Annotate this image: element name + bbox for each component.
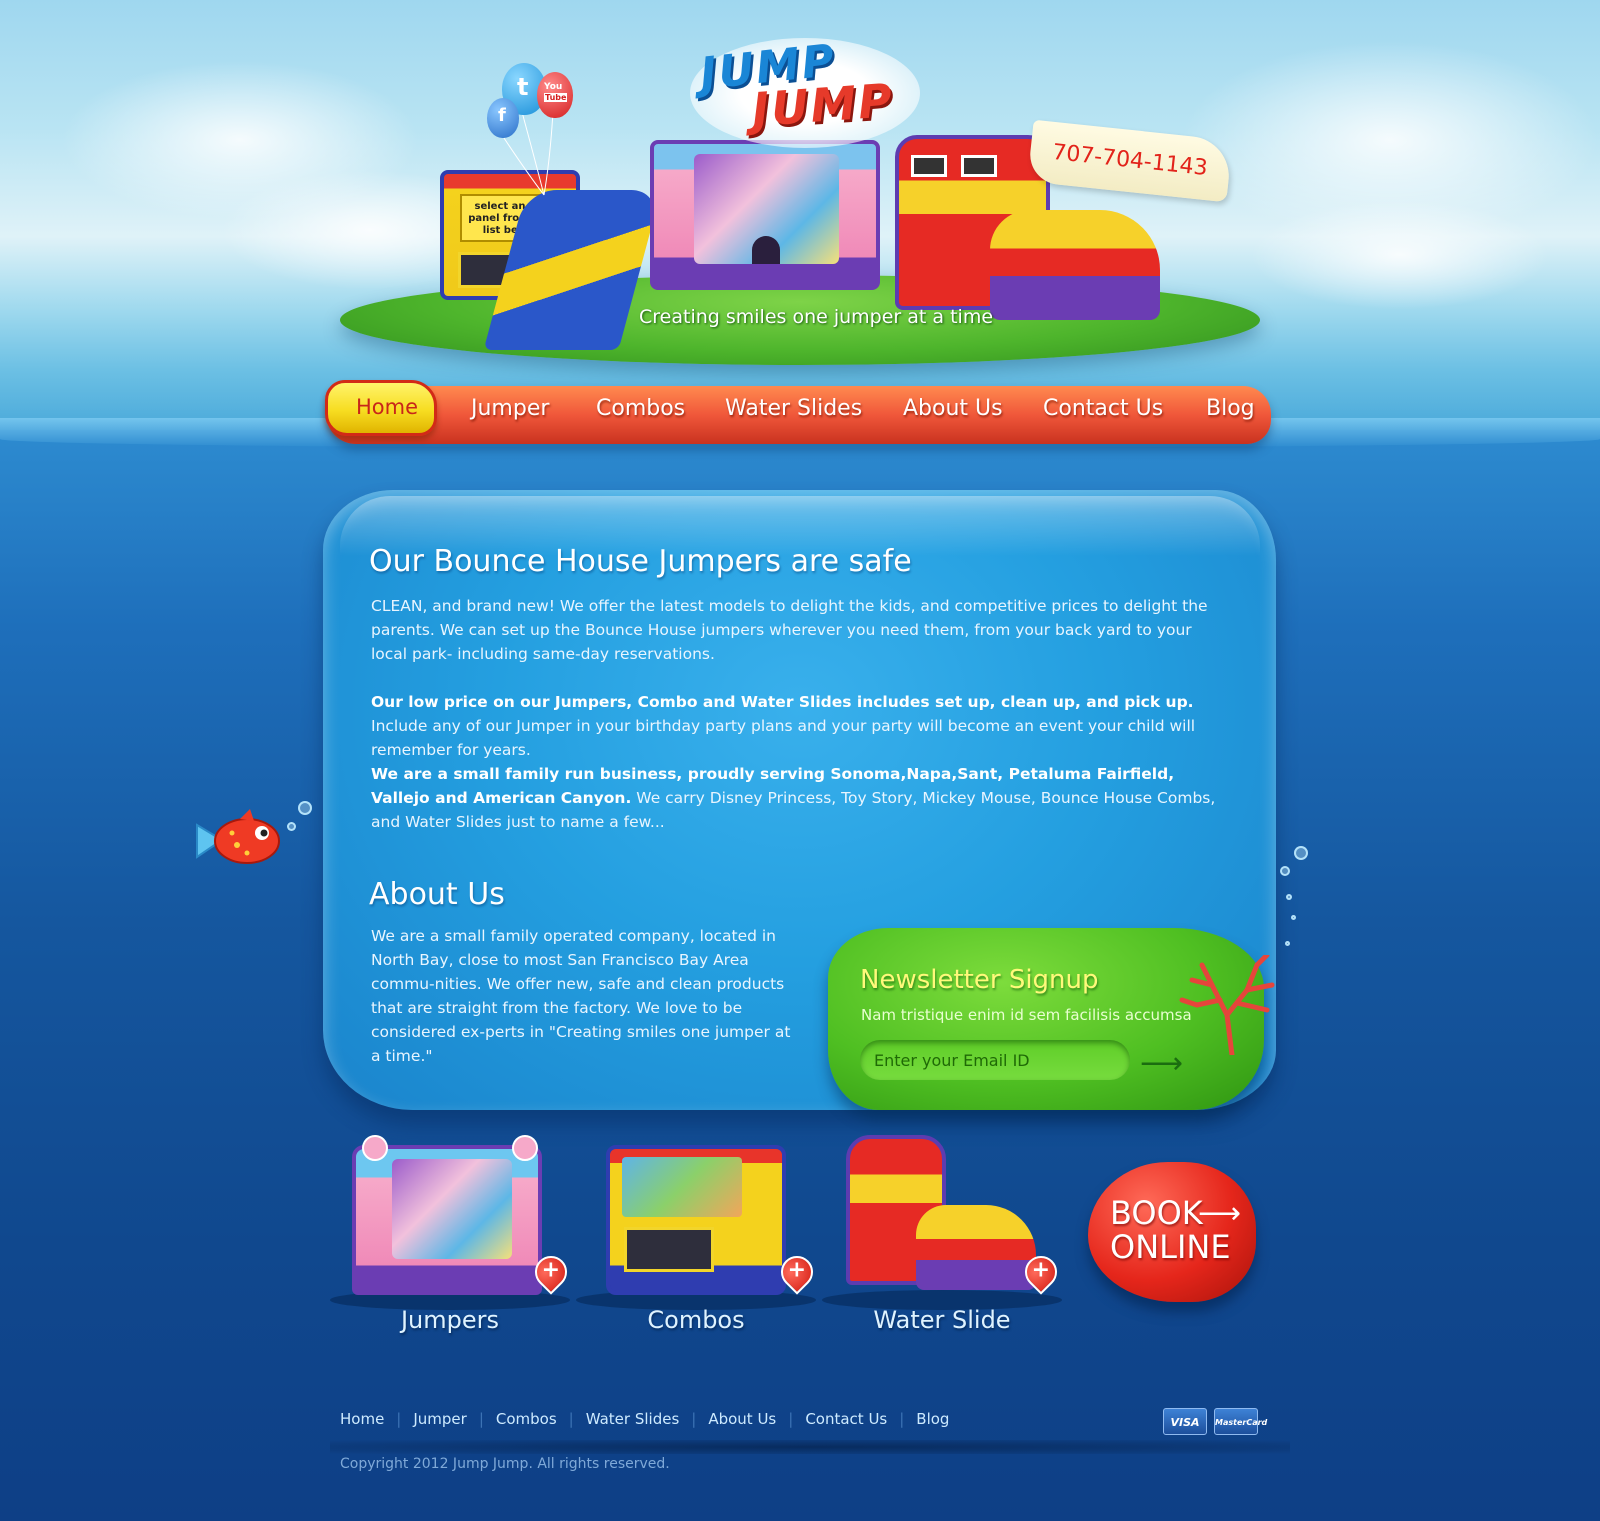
house-window (961, 155, 997, 177)
air-bubble (1285, 941, 1290, 946)
nav-item-contact-us[interactable]: Contact Us (1043, 396, 1163, 421)
about-heading: About Us (369, 877, 505, 912)
house-window (624, 1227, 714, 1272)
footer-link-contact-us[interactable]: Contact Us (805, 1410, 887, 1428)
youtube-icon[interactable]: You Tube (537, 72, 573, 118)
air-bubble (1291, 915, 1296, 920)
red-slide-ramp (990, 210, 1160, 320)
footer-link-jumper[interactable]: Jumper (413, 1410, 466, 1428)
air-bubble (1286, 894, 1292, 900)
princess-jumper-image (650, 140, 880, 290)
safe-paragraph-2-bold: Our low price on our Jumpers, Combo and … (371, 693, 1194, 711)
about-paragraph: We are a small family operated company, … (371, 927, 791, 1065)
nav-item-blog[interactable]: Blog (1206, 396, 1255, 421)
fish-icon (196, 809, 280, 864)
product-jumpers-image[interactable] (352, 1135, 562, 1295)
nav-item-jumper[interactable]: Jumper (471, 396, 549, 421)
footer-link-about-us[interactable]: About Us (708, 1410, 776, 1428)
cloud (1250, 200, 1550, 310)
tagline: Creating smiles one jumper at a time (639, 306, 994, 328)
nav-item-combos[interactable]: Combos (596, 396, 685, 421)
mastercard-icon: MasterCard (1214, 1408, 1267, 1435)
product-label-jumpers[interactable]: Jumpers (350, 1306, 550, 1334)
nav-item-about-us[interactable]: About Us (903, 396, 1003, 421)
air-bubble (287, 822, 296, 831)
house-door (752, 236, 780, 264)
nav-item-water-slides[interactable]: Water Slides (725, 396, 862, 421)
slide-ramp (916, 1205, 1036, 1290)
nav-item-home[interactable]: Home (325, 380, 437, 436)
jungle-art-panel (622, 1157, 742, 1217)
air-bubble (298, 801, 312, 815)
arrow-right-icon: ⟶ (1198, 1196, 1242, 1231)
footer-link-blog[interactable]: Blog (916, 1410, 949, 1428)
email-input[interactable] (860, 1040, 1130, 1080)
footer-divider (330, 1440, 1290, 1454)
visa-card-icon: VISA (1163, 1408, 1207, 1435)
product-label-water-slide[interactable]: Water Slide (842, 1306, 1042, 1334)
newsletter-title: Newsletter Signup (860, 965, 1099, 995)
nav-item-label: Home (356, 395, 419, 419)
submit-arrow-icon[interactable]: ⟶ (1140, 1046, 1183, 1081)
product-label-combos[interactable]: Combos (596, 1306, 796, 1334)
house-window (911, 155, 947, 177)
cake-decoration (362, 1135, 388, 1161)
safe-paragraph-1: CLEAN, and brand new! We offer the lates… (371, 597, 1208, 663)
air-bubble (1294, 846, 1308, 860)
facebook-icon[interactable]: f (487, 98, 519, 138)
copyright-text: Copyright 2012 Jump Jump. All rights res… (340, 1456, 670, 1472)
footer-link-home[interactable]: Home (340, 1410, 384, 1428)
footer-link-water-slides[interactable]: Water Slides (586, 1410, 680, 1428)
coral-icon (1179, 955, 1275, 1055)
safe-paragraph-2: Our low price on our Jumpers, Combo and … (371, 690, 1221, 762)
newsletter-subtitle: Nam tristique enim id sem facilisis accu… (861, 1006, 1192, 1024)
footer-nav: Home | Jumper | Combos | Water Slides | Abou… (340, 1410, 950, 1428)
footer-link-combos[interactable]: Combos (496, 1410, 557, 1428)
safe-paragraph-2-text: Include any of our Jumper in your birthd… (371, 717, 1196, 759)
cake-decoration (512, 1135, 538, 1161)
logo-text[interactable]: JUMP (750, 73, 895, 137)
safe-paragraph-3: We are a small family run business, prou… (371, 762, 1221, 834)
air-bubble (1280, 866, 1290, 876)
princess-art-panel (392, 1159, 512, 1259)
safe-heading: Our Bounce House Jumpers are safe (369, 544, 912, 579)
